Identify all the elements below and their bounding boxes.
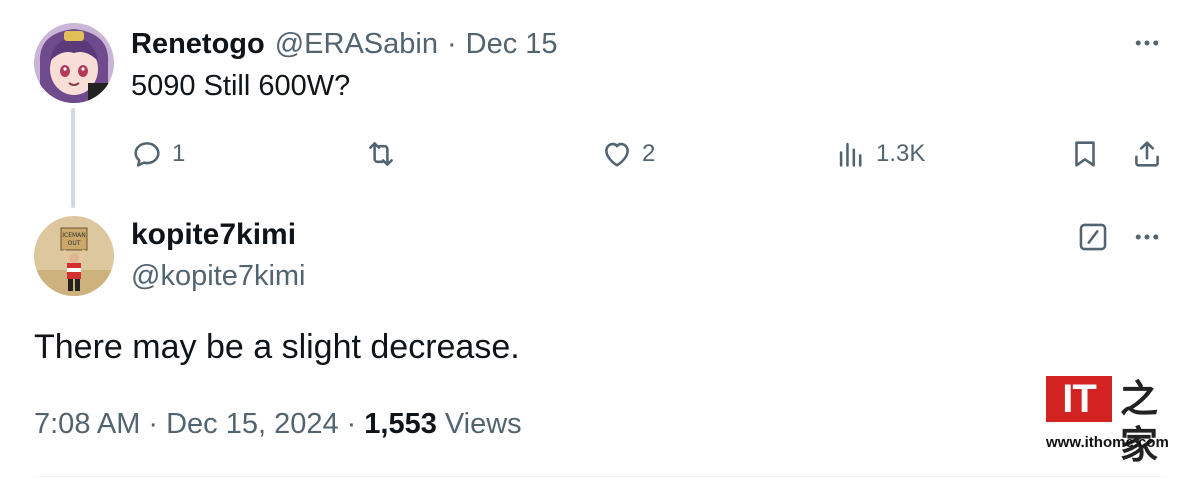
tweet-full-date[interactable]: Dec 15, 2024 <box>166 408 339 441</box>
more-options-button-main[interactable] <box>1130 220 1164 254</box>
svg-text:ICEMAN: ICEMAN <box>62 232 86 239</box>
ithome-watermark: IT 之家 www.ithome.com <box>1046 376 1180 467</box>
watermark-logo: IT <box>1046 376 1112 422</box>
share-button[interactable] <box>1130 132 1164 176</box>
avatar-renetogo[interactable] <box>34 23 114 103</box>
separator-dot: · <box>346 408 357 440</box>
separator-dot: · <box>446 27 457 60</box>
handle[interactable]: @ERASabin <box>275 28 438 61</box>
analytics-icon <box>839 142 862 167</box>
views-button[interactable]: 1.3K <box>834 132 925 176</box>
heart-icon <box>605 142 629 167</box>
reply-button[interactable]: 1 <box>130 132 185 176</box>
separator-dot: · <box>148 408 159 440</box>
main-handle[interactable]: @kopite7kimi <box>131 260 306 293</box>
retweet-button[interactable] <box>364 132 406 176</box>
person-holding-sign-avatar-icon: ICEMAN OUT <box>34 216 114 296</box>
more-options-button[interactable] <box>1130 26 1164 60</box>
watermark-cn-text: 之家 <box>1120 377 1159 467</box>
display-name[interactable]: Renetogo <box>131 28 265 61</box>
more-icon <box>1135 234 1159 240</box>
views-label: Views <box>444 408 522 440</box>
reply-tweet-text: 5090 Still 600W? <box>131 70 351 102</box>
main-display-name[interactable]: kopite7kimi <box>131 218 296 252</box>
avatar-kopite7kimi[interactable]: ICEMAN OUT <box>34 216 114 296</box>
reply-icon <box>134 142 160 167</box>
reply-tweet-header: Renetogo @ERASabin · Dec 15 <box>131 26 558 62</box>
action-bar: 1 2 1.3K <box>0 132 1200 176</box>
views-count: 1.3K <box>876 140 926 167</box>
divider <box>34 476 1166 477</box>
like-button[interactable]: 2 <box>600 132 655 176</box>
share-icon <box>1135 141 1159 167</box>
reply-count: 1 <box>172 140 186 167</box>
more-icon <box>1135 40 1159 46</box>
edit-icon <box>1079 223 1107 251</box>
anime-avatar-icon <box>34 23 114 103</box>
like-count: 2 <box>642 140 656 167</box>
svg-text:OUT: OUT <box>68 240 81 247</box>
bookmark-button[interactable] <box>1068 132 1102 176</box>
retweet-icon <box>369 142 393 166</box>
views-total: 1,553 <box>364 408 437 440</box>
edit-button[interactable] <box>1076 220 1110 254</box>
tweet-time[interactable]: 7:08 AM <box>34 408 140 441</box>
bookmark-icon <box>1075 141 1095 167</box>
tweet-date[interactable]: Dec 15 <box>466 28 558 61</box>
watermark-url: www.ithome.com <box>1046 434 1169 451</box>
tweet-meta: 7:08 AM · Dec 15, 2024 · 1,553 Views <box>34 408 522 441</box>
main-tweet-text: There may be a slight decrease. <box>34 328 520 366</box>
